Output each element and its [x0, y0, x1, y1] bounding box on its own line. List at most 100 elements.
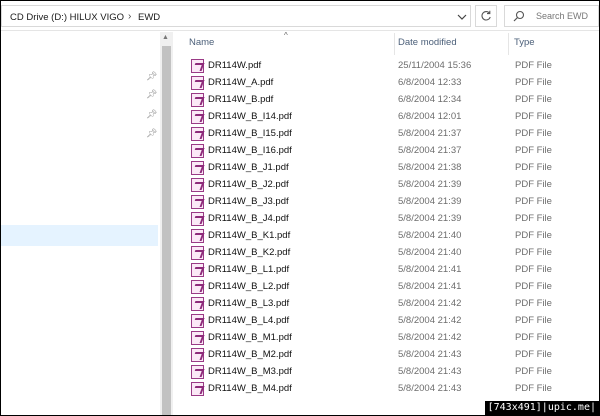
file-type: PDF File	[515, 264, 552, 275]
file-row[interactable]: DR114W_B_J1.pdf 5/8/2004 21:38 PDF File	[181, 160, 591, 177]
file-date: 5/8/2004 21:43	[398, 349, 462, 360]
file-row[interactable]: DR114W_B_L2.pdf 5/8/2004 21:41 PDF File	[181, 279, 591, 296]
nav-scrollbar-thumb[interactable]	[162, 46, 171, 415]
file-name: DR114W_A.pdf	[208, 77, 274, 88]
pin-icon[interactable]: 📌︎	[146, 89, 157, 100]
file-name: DR114W_B_M3.pdf	[208, 366, 292, 377]
file-type: PDF File	[515, 349, 552, 360]
file-type: PDF File	[515, 230, 552, 241]
file-type: PDF File	[515, 128, 552, 139]
chevron-down-icon[interactable]	[454, 10, 470, 24]
file-date: 5/8/2004 21:43	[398, 383, 462, 394]
file-name: DR114W_B_J3.pdf	[208, 196, 289, 207]
column-header-date-modified[interactable]: Date modified	[398, 37, 457, 51]
file-name: DR114W_B_J4.pdf	[208, 213, 289, 224]
file-explorer-window: CD Drive (D:) HILUX VIGO › EWD Search EW…	[1, 1, 599, 415]
file-type: PDF File	[515, 196, 552, 207]
refresh-icon	[481, 10, 491, 21]
file-row[interactable]: DR114W_B_I15.pdf 5/8/2004 21:37 PDF File	[181, 126, 591, 143]
file-row[interactable]: DR114W_B_I14.pdf 6/8/2004 12:01 PDF File	[181, 109, 591, 126]
file-row[interactable]: DR114W_B_I16.pdf 5/8/2004 21:37 PDF File	[181, 143, 591, 160]
file-date: 5/8/2004 21:43	[398, 366, 462, 377]
file-date: 5/8/2004 21:41	[398, 281, 462, 292]
file-type: PDF File	[515, 162, 552, 173]
address-field[interactable]: CD Drive (D:) HILUX VIGO › EWD	[1, 5, 471, 27]
search-box[interactable]: Search EWD	[504, 5, 599, 27]
pin-icon[interactable]: 📌︎	[146, 109, 157, 120]
pdf-file-icon	[191, 263, 204, 277]
breadcrumb-folder[interactable]: EWD	[138, 12, 160, 23]
breadcrumb-drive[interactable]: CD Drive (D:) HILUX VIGO	[10, 12, 124, 23]
pdf-file-icon	[191, 229, 204, 243]
file-row[interactable]: DR114W_A.pdf 6/8/2004 12:33 PDF File	[181, 75, 591, 92]
file-type: PDF File	[515, 213, 552, 224]
file-date: 5/8/2004 21:37	[398, 128, 462, 139]
file-type: PDF File	[515, 145, 552, 156]
watermark: [743x491]|upic.me|	[484, 401, 599, 415]
file-name: DR114W_B.pdf	[208, 94, 274, 105]
file-row[interactable]: DR114W_B_L1.pdf 5/8/2004 21:41 PDF File	[181, 262, 591, 279]
file-row[interactable]: DR114W.pdf 25/11/2004 15:36 PDF File	[181, 58, 591, 75]
file-type: PDF File	[515, 366, 552, 377]
file-type: PDF File	[515, 332, 552, 343]
file-row[interactable]: DR114W_B.pdf 6/8/2004 12:34 PDF File	[181, 92, 591, 109]
file-name: DR114W.pdf	[208, 60, 262, 71]
file-name: DR114W_B_M2.pdf	[208, 349, 292, 360]
file-type: PDF File	[515, 315, 552, 326]
pdf-file-icon	[191, 365, 204, 379]
file-name: DR114W_B_L2.pdf	[208, 281, 290, 292]
file-date: 6/8/2004 12:34	[398, 94, 462, 105]
file-date: 5/8/2004 21:40	[398, 247, 462, 258]
refresh-button[interactable]	[475, 5, 497, 27]
file-row[interactable]: DR114W_B_J4.pdf 5/8/2004 21:39 PDF File	[181, 211, 591, 228]
pin-icon[interactable]: 📌︎	[146, 71, 157, 82]
pdf-file-icon	[191, 93, 204, 107]
column-header-type[interactable]: Type	[514, 37, 535, 51]
file-type: PDF File	[515, 179, 552, 190]
file-date: 6/8/2004 12:33	[398, 77, 462, 88]
file-row[interactable]: DR114W_B_M1.pdf 5/8/2004 21:42 PDF File	[181, 330, 591, 347]
file-name: DR114W_B_J1.pdf	[208, 162, 289, 173]
search-icon	[513, 10, 525, 22]
file-name: DR114W_B_K2.pdf	[208, 247, 291, 258]
file-row[interactable]: DR114W_B_K1.pdf 5/8/2004 21:40 PDF File	[181, 228, 591, 245]
file-date: 5/8/2004 21:42	[398, 298, 462, 309]
pdf-file-icon	[191, 212, 204, 226]
file-name: DR114W_B_I14.pdf	[208, 111, 292, 122]
file-name: DR114W_B_I15.pdf	[208, 128, 292, 139]
pdf-file-icon	[191, 76, 204, 90]
file-row[interactable]: DR114W_B_J3.pdf 5/8/2004 21:39 PDF File	[181, 194, 591, 211]
pdf-file-icon	[191, 59, 204, 73]
file-row[interactable]: DR114W_B_M3.pdf 5/8/2004 21:43 PDF File	[181, 364, 591, 381]
pdf-file-icon	[191, 280, 204, 294]
pdf-file-icon	[191, 161, 204, 175]
chevron-right-icon[interactable]: ›	[128, 11, 131, 22]
column-divider[interactable]	[508, 33, 509, 55]
search-input[interactable]: Search EWD	[536, 11, 588, 21]
file-date: 6/8/2004 12:01	[398, 111, 462, 122]
file-name: DR114W_B_J2.pdf	[208, 179, 289, 190]
file-name: DR114W_B_L3.pdf	[208, 298, 290, 309]
file-row[interactable]: DR114W_B_M4.pdf 5/8/2004 21:43 PDF File	[181, 381, 591, 398]
pdf-file-icon	[191, 348, 204, 362]
column-header-name[interactable]: Name	[189, 37, 214, 51]
file-row[interactable]: DR114W_B_M2.pdf 5/8/2004 21:43 PDF File	[181, 347, 591, 364]
file-row[interactable]: DR114W_B_K2.pdf 5/8/2004 21:40 PDF File	[181, 245, 591, 262]
file-type: PDF File	[515, 281, 552, 292]
file-date: 5/8/2004 21:39	[398, 179, 462, 190]
file-name: DR114W_B_I16.pdf	[208, 145, 292, 156]
file-date: 5/8/2004 21:39	[398, 213, 462, 224]
file-row[interactable]: DR114W_B_J2.pdf 5/8/2004 21:39 PDF File	[181, 177, 591, 194]
file-type: PDF File	[515, 298, 552, 309]
file-type: PDF File	[515, 94, 552, 105]
file-type: PDF File	[515, 60, 552, 71]
file-row[interactable]: DR114W_B_L4.pdf 5/8/2004 21:42 PDF File	[181, 313, 591, 330]
pin-icon[interactable]: 📌︎	[146, 128, 157, 139]
column-divider[interactable]	[394, 33, 395, 55]
scroll-up-icon[interactable]: ▲	[162, 34, 169, 41]
file-name: DR114W_B_M1.pdf	[208, 332, 292, 343]
pdf-file-icon	[191, 195, 204, 209]
nav-item-selected[interactable]	[1, 225, 158, 246]
file-row[interactable]: DR114W_B_L3.pdf 5/8/2004 21:42 PDF File	[181, 296, 591, 313]
pdf-file-icon	[191, 331, 204, 345]
